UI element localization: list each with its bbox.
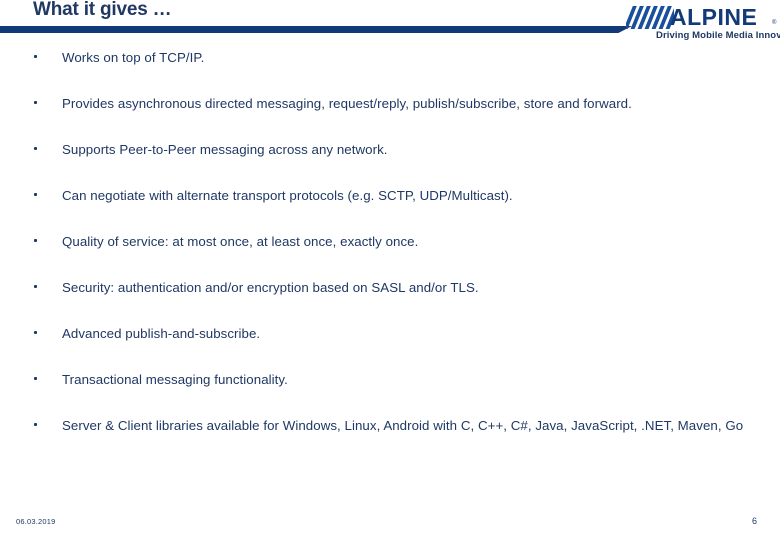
list-item-label: Can negotiate with alternate transport p… [62, 188, 513, 203]
slide: What it gives … ALPINE ® Driving Mobile … [0, 0, 780, 540]
list-item-label: Quality of service: at most once, at lea… [62, 234, 419, 249]
bullet-point-icon [34, 193, 37, 196]
list-item: Advanced publish-and-subscribe. [0, 322, 780, 368]
list-item-label: Provides asynchronous directed messaging… [62, 96, 632, 111]
bullet-point-icon [34, 285, 37, 288]
list-item: Supports Peer-to-Peer messaging across a… [0, 138, 780, 184]
list-item: Quality of service: at most once, at lea… [0, 230, 780, 276]
list-item-label: Server & Client libraries available for … [62, 418, 744, 433]
logo-wordmark: ALPINE [670, 4, 758, 30]
list-item: Transactional messaging functionality. [0, 368, 780, 414]
bullet-point-icon [34, 147, 37, 150]
list-item-label: Supports Peer-to-Peer messaging across a… [62, 142, 388, 157]
logo-tagline: Driving Mobile Media Innovation [656, 30, 780, 41]
title-divider-rule [0, 26, 617, 33]
registered-trademark-icon: ® [772, 20, 777, 26]
logo-stripes-icon [626, 6, 674, 29]
bullet-point-icon [34, 101, 37, 104]
bullet-point-icon [34, 377, 37, 380]
list-item: Server & Client libraries available for … [0, 414, 780, 470]
list-item-label: Works on top of TCP/IP. [62, 50, 205, 65]
list-item-label: Advanced publish-and-subscribe. [62, 326, 261, 341]
footer-date: 06.03.2019 [16, 517, 56, 526]
bullet-point-icon [34, 423, 37, 426]
list-item: Can negotiate with alternate transport p… [0, 184, 780, 230]
list-item: Security: authentication and/or encrypti… [0, 276, 780, 322]
page-title: What it gives … [33, 0, 172, 20]
page-number: 6 [752, 516, 758, 526]
bullet-point-icon [34, 239, 37, 242]
alpine-logo: ALPINE ® Driving Mobile Media Innovation [626, 4, 780, 44]
bullet-list: Works on top of TCP/IP. Provides asynchr… [0, 46, 780, 470]
list-item-label: Security: authentication and/or encrypti… [62, 280, 479, 295]
bullet-point-icon [34, 331, 37, 334]
bullet-point-icon [34, 55, 37, 58]
list-item-label: Transactional messaging functionality. [62, 372, 288, 387]
list-item: Works on top of TCP/IP. [0, 46, 780, 92]
list-item: Provides asynchronous directed messaging… [0, 92, 780, 138]
